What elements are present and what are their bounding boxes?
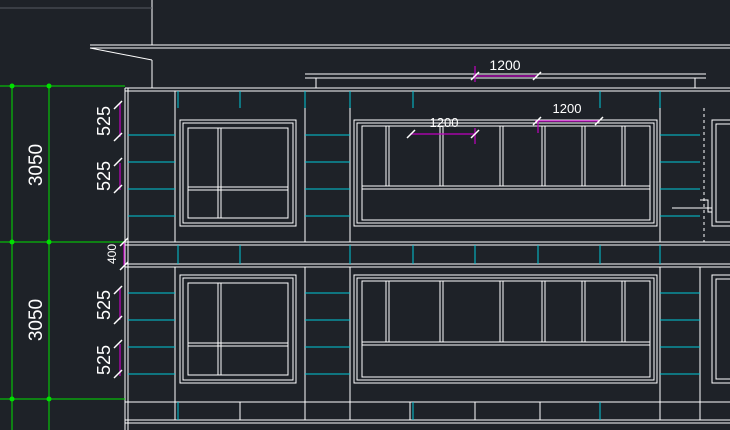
dimension-texts-vertical: 3050 3050 525 525 400 525 525 (26, 106, 119, 375)
elevation-drawing: 3050 3050 525 525 400 525 525 1200 1200 … (0, 0, 730, 430)
roof-cornice (0, 0, 730, 92)
window-upper-small (179, 119, 297, 227)
facade-structure (124, 88, 730, 430)
dim-slab-band: 400 (105, 244, 119, 264)
dim-tile-course-2: 525 (94, 161, 114, 191)
window-lower-large (353, 274, 658, 384)
window-upper-large (353, 119, 658, 227)
dimension-chain-horizontal: 1200 1200 1200 (406, 57, 604, 144)
tile-joints (128, 91, 700, 420)
window-lower-small (179, 274, 297, 384)
dim-window-span-right: 1200 (553, 101, 582, 116)
dim-tile-course-3: 525 (94, 290, 114, 320)
dim-floor-upper: 3050 (26, 144, 47, 186)
dim-tile-course-1: 525 (94, 106, 114, 136)
dim-top-span: 1200 (489, 57, 520, 73)
dim-tile-course-4: 525 (94, 345, 114, 375)
cad-elevation-canvas[interactable]: 3050 3050 525 525 400 525 525 1200 1200 … (0, 0, 730, 430)
dim-floor-lower: 3050 (26, 299, 47, 341)
dim-window-span-left: 1200 (430, 115, 459, 130)
